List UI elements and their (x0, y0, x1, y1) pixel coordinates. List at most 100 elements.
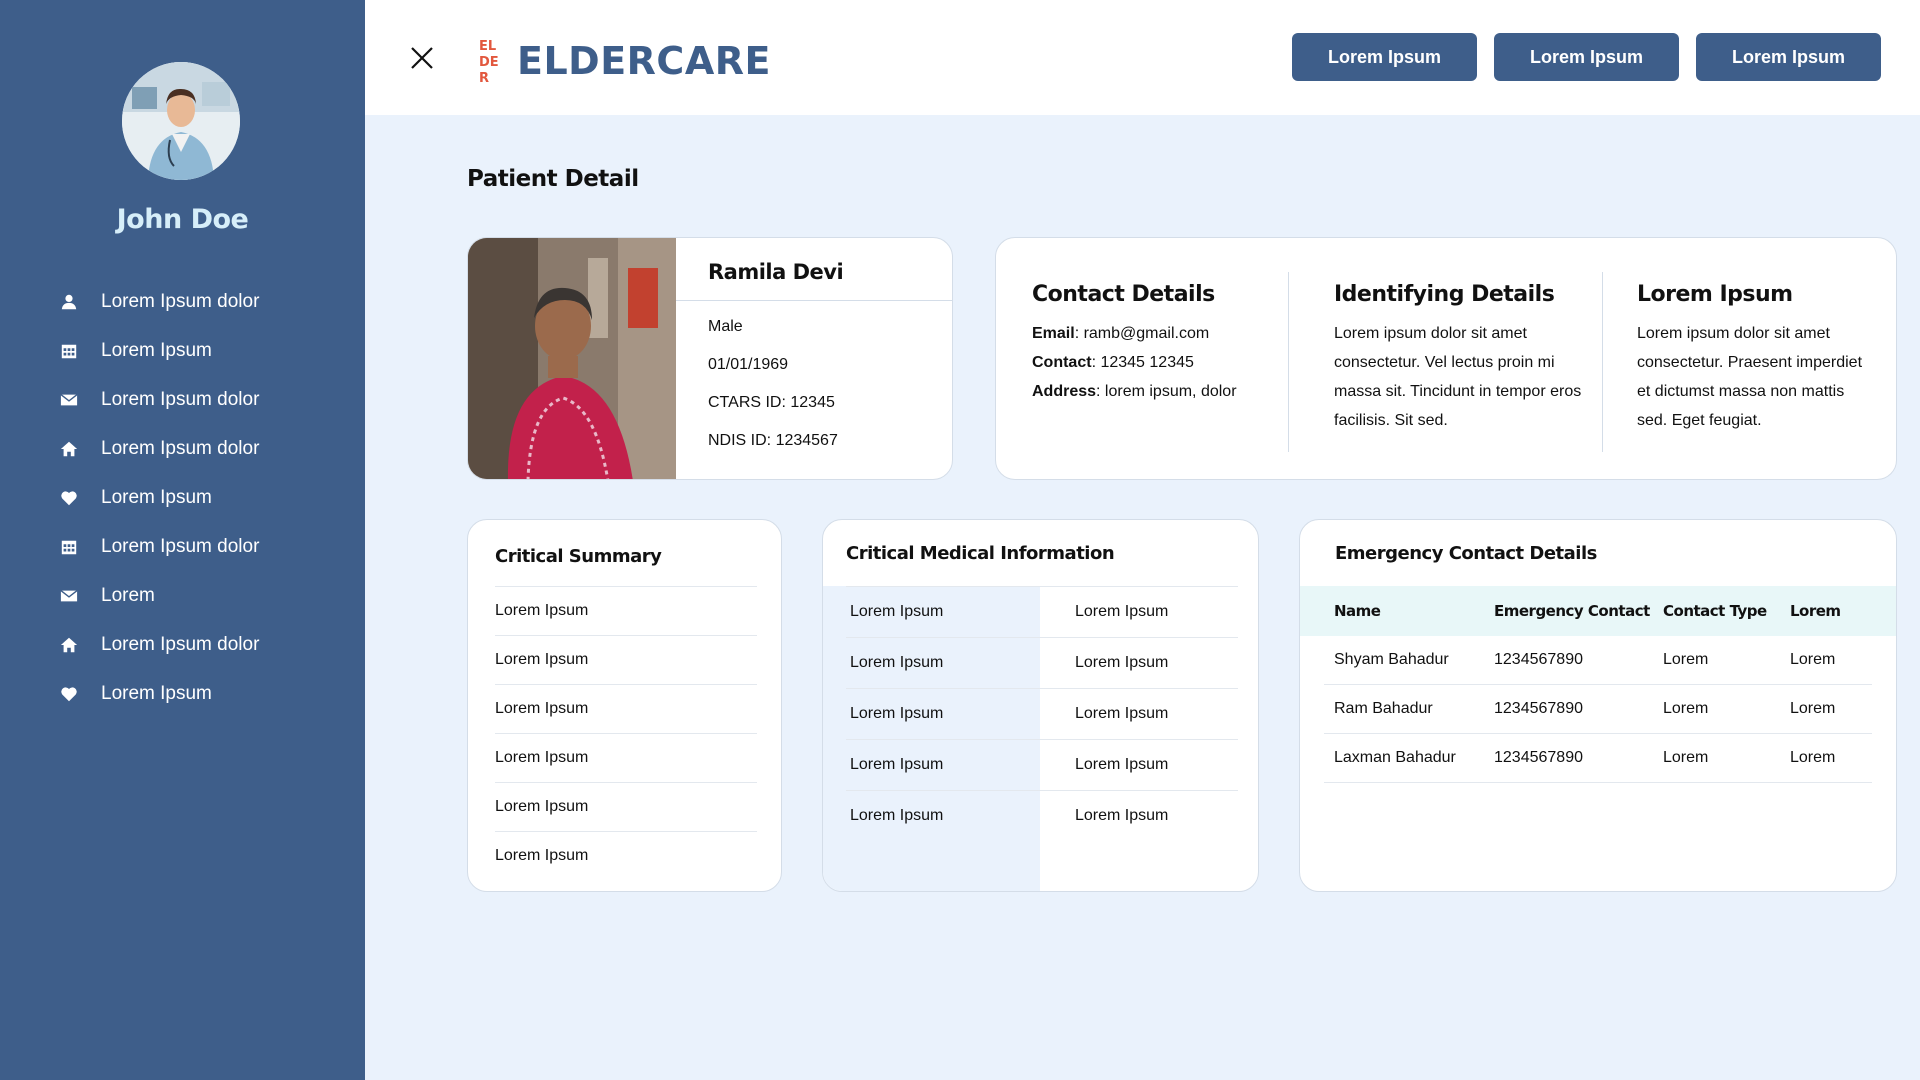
sidebar-item-2[interactable]: Lorem Ipsum dolor (0, 375, 365, 424)
patient-ctars-id: CTARS ID: 12345 (708, 394, 835, 411)
heart-icon (59, 488, 79, 508)
sidebar-item-7[interactable]: Lorem Ipsum dolor (0, 620, 365, 669)
logo-text: ELDERCARE (517, 39, 771, 83)
patient-gender: Male (708, 318, 743, 335)
calendar-icon (59, 537, 79, 557)
sidebar-item-1[interactable]: Lorem Ipsum (0, 326, 365, 375)
list-item: Lorem Ipsum (495, 635, 757, 684)
sidebar-item-8[interactable]: Lorem Ipsum (0, 669, 365, 718)
table-cell: Lorem Ipsum (850, 705, 944, 722)
email-label: Email (1032, 325, 1075, 342)
header-button-1[interactable]: Lorem Ipsum (1292, 33, 1477, 81)
address-label: Address (1032, 383, 1097, 400)
column-divider (1602, 272, 1603, 452)
details-card: Contact Details Email: ramb@gmail.com Co… (995, 237, 1897, 480)
sidebar-item-4[interactable]: Lorem Ipsum (0, 473, 365, 522)
table-cell: 1234567890 (1494, 749, 1583, 766)
table-cell: Lorem Ipsum (850, 807, 944, 824)
identifying-details-text: Lorem ipsum dolor sit amet consectetur. … (1334, 325, 1582, 429)
mail-icon (59, 390, 79, 410)
email-value: : ramb@gmail.com (1074, 325, 1210, 342)
svg-text:DE: DE (479, 55, 499, 70)
column-header: Contact Type (1663, 602, 1767, 620)
contact-details: Contact Details Email: ramb@gmail.com Co… (1032, 282, 1302, 406)
patient-name: Ramila Devi (708, 260, 844, 284)
column-header: Lorem (1790, 602, 1841, 620)
sidebar-item-label: Lorem Ipsum dolor (101, 290, 260, 312)
table-cell: Lorem (1790, 651, 1836, 668)
patient-photo-image (468, 238, 676, 479)
table-cell: 1234567890 (1494, 700, 1583, 717)
sidebar-item-6[interactable]: Lorem (0, 571, 365, 620)
table-row: Lorem Ipsum Lorem Ipsum (846, 586, 1238, 637)
table-row: Lorem Ipsum Lorem Ipsum (846, 739, 1238, 790)
identifying-details-title: Identifying Details (1334, 282, 1555, 307)
list-item: Lorem Ipsum (495, 586, 757, 635)
table-cell: Lorem (1663, 651, 1709, 668)
table-cell: Lorem (1790, 700, 1836, 717)
list-item: Lorem Ipsum (495, 733, 757, 782)
contact-email: Email: ramb@gmail.com (1032, 319, 1302, 348)
sidebar-item-label: Lorem Ipsum (101, 486, 212, 508)
table-row: Lorem Ipsum Lorem Ipsum (846, 790, 1238, 841)
table-cell: Lorem (1790, 749, 1836, 766)
user-name: John Doe (116, 204, 249, 235)
calendar-icon (59, 341, 79, 361)
patient-photo (468, 238, 676, 479)
svg-text:EL: EL (479, 39, 496, 54)
logo[interactable]: EL DE R ELDERCARE (477, 34, 771, 88)
critical-summary-title: Critical Summary (495, 546, 662, 567)
close-button[interactable] (408, 44, 436, 72)
table-cell: Laxman Bahadur (1334, 749, 1456, 766)
column-header: Name (1334, 602, 1381, 620)
patient-divider (676, 300, 952, 301)
top-header: EL DE R ELDERCARE Lorem Ipsum Lorem Ipsu… (365, 0, 1920, 115)
critical-summary-card: Critical Summary Lorem Ipsum Lorem Ipsum… (467, 519, 782, 892)
contact-address: Address: lorem ipsum, dolor (1032, 377, 1302, 406)
sidebar-item-label: Lorem Ipsum dolor (101, 437, 260, 459)
table-row: Shyam Bahadur 1234567890 Lorem Lorem (1324, 636, 1872, 685)
sidebar-item-label: Lorem Ipsum (101, 682, 212, 704)
table-cell: Lorem Ipsum (850, 603, 944, 620)
table-cell: Lorem (1663, 749, 1709, 766)
table-cell: Lorem Ipsum (1075, 705, 1169, 722)
emergency-contact-card: Emergency Contact Details Name Emergency… (1299, 519, 1897, 892)
doctor-avatar-image (122, 62, 240, 180)
user-icon (59, 292, 79, 312)
table-row: Lorem Ipsum Lorem Ipsum (846, 637, 1238, 688)
table-row: Ram Bahadur 1234567890 Lorem Lorem (1324, 685, 1872, 734)
page-title: Patient Detail (467, 166, 639, 192)
sidebar-item-label: Lorem (101, 584, 155, 606)
critical-medical-card: Critical Medical Information Lorem Ipsum… (822, 519, 1259, 892)
critical-summary-list: Lorem Ipsum Lorem Ipsum Lorem Ipsum Lore… (495, 586, 757, 880)
header-button-2[interactable]: Lorem Ipsum (1494, 33, 1679, 81)
mail-icon (59, 586, 79, 606)
column-divider (1288, 272, 1289, 452)
emergency-contact-table: Name Emergency Contact Contact Type Lore… (1324, 586, 1872, 783)
list-item: Lorem Ipsum (495, 782, 757, 831)
table-row: Laxman Bahadur 1234567890 Lorem Lorem (1324, 734, 1872, 783)
contact-details-title: Contact Details (1032, 282, 1215, 307)
table-cell: Shyam Bahadur (1334, 651, 1449, 668)
table-cell: Lorem Ipsum (1075, 603, 1169, 620)
table-cell: Lorem Ipsum (1075, 654, 1169, 671)
critical-medical-table: Lorem Ipsum Lorem Ipsum Lorem Ipsum Lorem … (846, 586, 1238, 841)
column-header: Emergency Contact (1494, 602, 1650, 620)
table-cell: Lorem Ipsum (1075, 756, 1169, 773)
sidebar-item-3[interactable]: Lorem Ipsum dolor (0, 424, 365, 473)
identifying-details: Identifying Details Lorem ipsum dolor si… (1334, 282, 1604, 435)
table-cell: Lorem Ipsum (850, 654, 944, 671)
home-icon (59, 439, 79, 459)
lorem-ipsum-title: Lorem Ipsum (1637, 282, 1793, 307)
lorem-ipsum-details: Lorem Ipsum Lorem ipsum dolor sit amet c… (1637, 282, 1867, 435)
address-value: : lorem ipsum, dolor (1096, 383, 1237, 400)
table-cell: Ram Bahadur (1334, 700, 1433, 717)
table-cell: Lorem Ipsum (1075, 807, 1169, 824)
list-item: Lorem Ipsum (495, 684, 757, 733)
avatar[interactable] (122, 62, 240, 180)
sidebar-item-0[interactable]: Lorem Ipsum dolor (0, 277, 365, 326)
sidebar-item-5[interactable]: Lorem Ipsum dolor (0, 522, 365, 571)
sidebar-nav: Lorem Ipsum dolor Lorem Ipsum Lorem Ipsu… (0, 277, 365, 718)
header-button-3[interactable]: Lorem Ipsum (1696, 33, 1881, 81)
heart-icon (59, 684, 79, 704)
